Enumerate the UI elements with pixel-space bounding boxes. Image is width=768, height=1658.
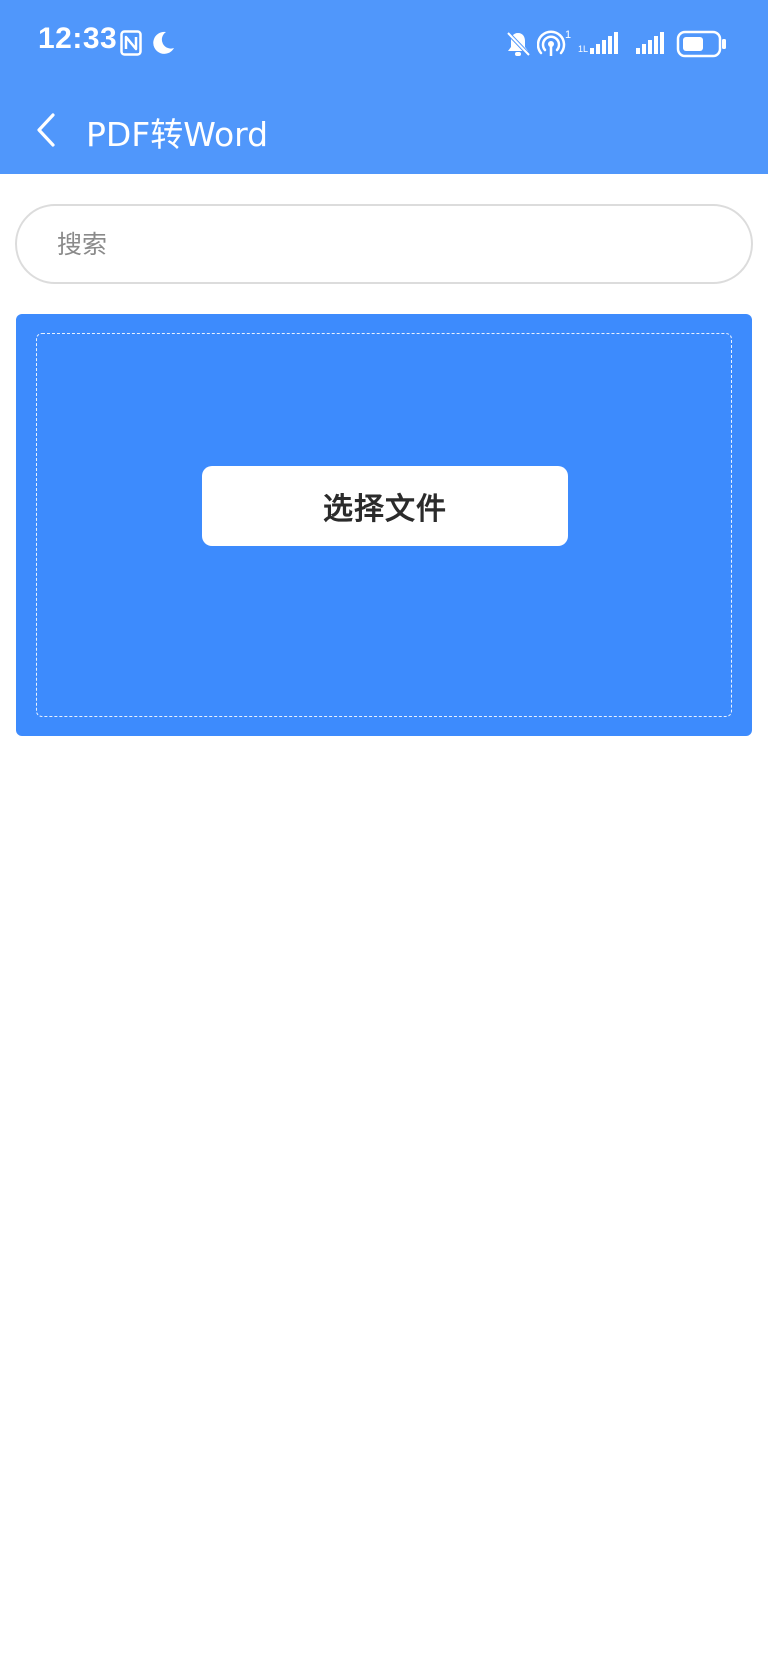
moon-icon [150, 30, 176, 60]
back-button[interactable] [22, 106, 70, 154]
file-drop-area[interactable]: 选择文件 [16, 314, 752, 736]
signal-icon [634, 30, 668, 60]
search-bar [15, 204, 753, 284]
search-input[interactable] [57, 206, 717, 282]
status-bar: 12:33 1 1L [0, 0, 768, 88]
signal-icon: 1L [578, 30, 622, 60]
nfc-icon [120, 30, 142, 60]
chevron-left-icon [34, 112, 58, 148]
hotspot-count: 1 [565, 29, 571, 41]
select-file-button[interactable]: 选择文件 [202, 466, 568, 546]
hotspot-icon: 1 [536, 28, 571, 62]
status-time: 12:33 [38, 22, 118, 55]
svg-text:1L: 1L [578, 44, 588, 54]
bell-off-icon [505, 30, 531, 62]
app-bar: PDF转Word [0, 88, 768, 174]
page-title: PDF转Word [86, 115, 269, 154]
battery-icon [676, 30, 728, 62]
